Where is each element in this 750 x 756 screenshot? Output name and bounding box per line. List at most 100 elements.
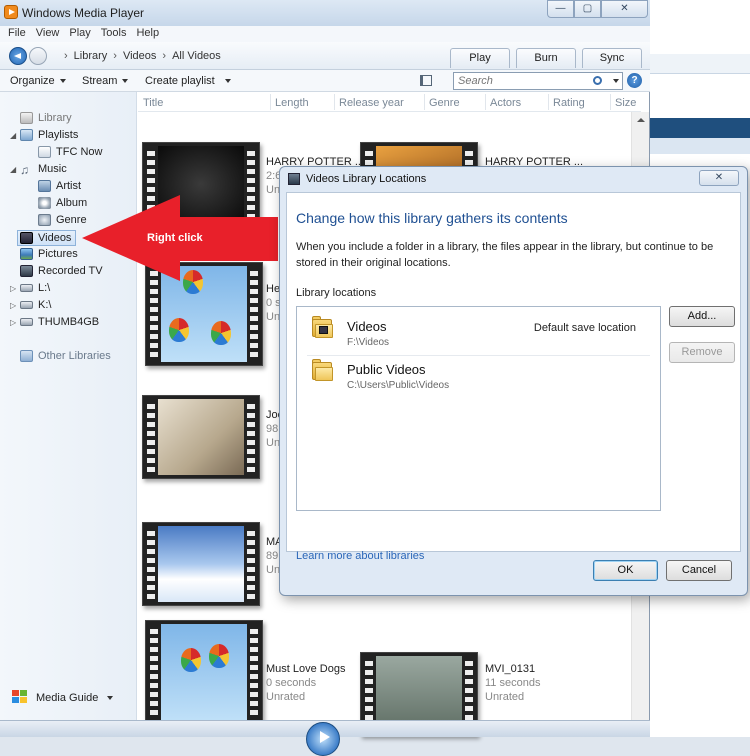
- video-item[interactable]: MVI_0131 11 seconds Unrated: [485, 662, 540, 704]
- cancel-button[interactable]: Cancel: [666, 560, 732, 581]
- column-genre[interactable]: Genre: [429, 97, 460, 109]
- folder-video-badge: [319, 326, 328, 334]
- nav-thumb-drive-label: THUMB4GB: [38, 316, 100, 328]
- nav-drive-l[interactable]: L:\: [20, 282, 50, 294]
- nav-drive-l-label: L:\: [38, 282, 51, 294]
- view-options-icon[interactable]: [420, 75, 432, 86]
- minimize-button[interactable]: —: [547, 0, 574, 18]
- learn-more-link[interactable]: Learn more about libraries: [296, 550, 424, 562]
- dialog-title-bar[interactable]: Videos Library Locations ✕: [280, 167, 747, 191]
- expand-arrow-icon[interactable]: ◢: [10, 131, 16, 140]
- video-length: 11 seconds: [485, 677, 541, 689]
- dialog-heading: Change how this library gathers its cont…: [296, 210, 568, 226]
- column-divider[interactable]: [548, 94, 549, 110]
- collapse-arrow-icon[interactable]: ▷: [10, 301, 16, 310]
- chevron-right-icon[interactable]: ›: [113, 50, 117, 62]
- maximize-button[interactable]: ▢: [574, 0, 601, 18]
- background-strip: [650, 54, 750, 74]
- remove-location-button[interactable]: Remove: [669, 342, 735, 363]
- menu-help[interactable]: Help: [136, 26, 159, 42]
- column-release-year[interactable]: Release year: [339, 97, 404, 109]
- column-rating[interactable]: Rating: [553, 97, 585, 109]
- chevron-right-icon[interactable]: ›: [162, 50, 166, 62]
- video-icon: [20, 232, 33, 244]
- drive-icon: [20, 301, 33, 309]
- chevron-down-icon[interactable]: [613, 79, 619, 83]
- create-playlist-menu[interactable]: Create playlist: [145, 75, 231, 87]
- search-box: [453, 72, 623, 90]
- menu-file[interactable]: File: [8, 26, 26, 42]
- nav-artist[interactable]: Artist: [38, 180, 81, 192]
- balloon-graphic: [211, 321, 231, 345]
- nav-pictures[interactable]: Pictures: [20, 248, 78, 260]
- column-divider[interactable]: [424, 94, 425, 110]
- help-icon[interactable]: ?: [627, 73, 642, 88]
- nav-videos[interactable]: Videos: [17, 230, 77, 246]
- video-rating: Unrated: [485, 691, 525, 703]
- organize-label: Organize: [10, 75, 55, 87]
- column-divider[interactable]: [485, 94, 486, 110]
- video-thumbnail[interactable]: [142, 395, 260, 479]
- location-item[interactable]: Videos F:\Videos Default save location: [297, 307, 660, 349]
- tab-burn[interactable]: Burn: [516, 48, 576, 68]
- breadcrumb-library[interactable]: Library: [74, 50, 108, 62]
- background-header-strip: [650, 118, 750, 138]
- tab-play[interactable]: Play: [450, 48, 510, 68]
- video-thumbnail[interactable]: [142, 522, 260, 606]
- collapse-arrow-icon[interactable]: ▷: [10, 284, 16, 293]
- column-size[interactable]: Size: [615, 97, 636, 109]
- search-input[interactable]: [454, 73, 584, 89]
- title-bar[interactable]: Windows Media Player — ▢ ✕: [0, 0, 650, 26]
- folder-icon: [312, 359, 334, 381]
- menu-view[interactable]: View: [36, 26, 60, 42]
- menu-tools[interactable]: Tools: [101, 26, 127, 42]
- stream-menu[interactable]: Stream: [82, 75, 129, 87]
- video-thumbnail[interactable]: [145, 620, 263, 724]
- video-item[interactable]: Must Love Dogs 0 seconds Unrated: [266, 662, 345, 704]
- balloon-graphic: [209, 644, 229, 668]
- nav-music[interactable]: ♫ Music: [20, 163, 67, 177]
- dialog-close-button[interactable]: ✕: [699, 170, 739, 186]
- scroll-up-arrow-icon[interactable]: [637, 118, 645, 122]
- window-title: Windows Media Player: [22, 6, 145, 20]
- breadcrumb-all-videos[interactable]: All Videos: [172, 50, 221, 62]
- nav-tfc-now-label: TFC Now: [56, 146, 103, 158]
- nav-library[interactable]: Library: [20, 112, 72, 124]
- usb-drive-icon: [20, 318, 33, 326]
- breadcrumb-videos[interactable]: Videos: [123, 50, 156, 62]
- organize-menu[interactable]: Organize: [10, 75, 66, 87]
- other-libraries-icon: [20, 350, 33, 362]
- play-button[interactable]: [306, 722, 340, 756]
- video-library-icon: [288, 173, 300, 185]
- column-divider[interactable]: [270, 94, 271, 110]
- forward-button[interactable]: [29, 47, 47, 65]
- column-divider[interactable]: [334, 94, 335, 110]
- nav-thumb-drive[interactable]: THUMB4GB: [20, 316, 99, 328]
- video-title: MVI_0131: [485, 663, 536, 675]
- library-icon: [20, 112, 33, 124]
- menu-play[interactable]: Play: [69, 26, 90, 42]
- back-button[interactable]: [9, 47, 27, 65]
- nav-drive-k[interactable]: K:\: [20, 299, 51, 311]
- collapse-arrow-icon[interactable]: ▷: [10, 318, 16, 327]
- expand-arrow-icon[interactable]: ◢: [10, 165, 16, 174]
- nav-other-libraries[interactable]: Other Libraries: [20, 350, 111, 362]
- media-guide-button[interactable]: Media Guide: [12, 690, 114, 706]
- close-button[interactable]: ✕: [601, 0, 648, 18]
- add-location-button[interactable]: Add...: [669, 306, 735, 327]
- ok-button[interactable]: OK: [593, 560, 658, 581]
- balloon-graphic: [169, 318, 189, 342]
- nav-videos-label: Videos: [38, 232, 72, 244]
- column-actors[interactable]: Actors: [490, 97, 521, 109]
- location-item[interactable]: Public Videos C:\Users\Public\Videos: [297, 350, 660, 392]
- nav-tfc-now[interactable]: TFC Now: [38, 146, 102, 158]
- search-icon[interactable]: [593, 76, 602, 85]
- nav-playlists[interactable]: Playlists: [20, 129, 78, 141]
- nav-album[interactable]: Album: [38, 197, 87, 209]
- breadcrumb: › Library › Videos › All Videos: [58, 50, 221, 62]
- column-length[interactable]: Length: [275, 97, 309, 109]
- column-title[interactable]: Title: [143, 97, 163, 109]
- tab-sync[interactable]: Sync: [582, 48, 642, 68]
- nav-genre[interactable]: Genre: [38, 214, 87, 226]
- column-divider[interactable]: [610, 94, 611, 110]
